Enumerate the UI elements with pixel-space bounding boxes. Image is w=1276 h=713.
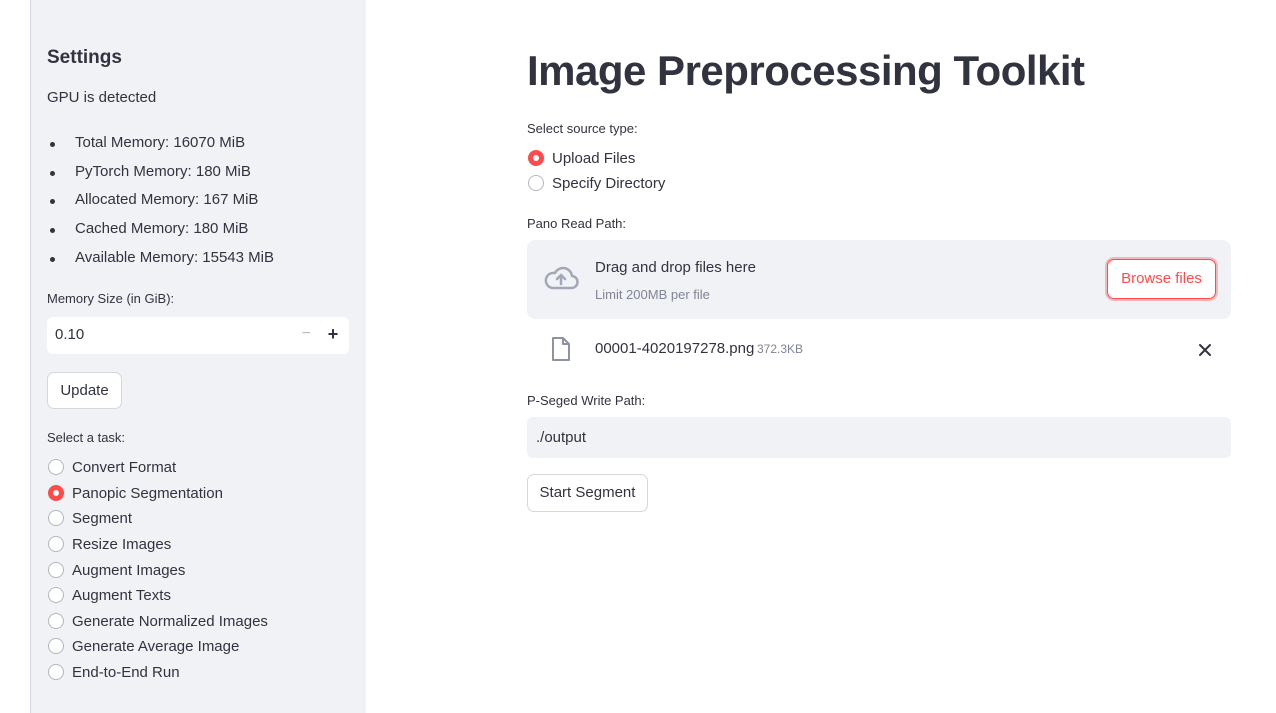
task-option-label: End-to-End Run bbox=[72, 663, 180, 681]
radio-unchecked-icon[interactable] bbox=[48, 587, 64, 603]
source-type-label: Select source type: bbox=[527, 121, 638, 136]
sidebar: Settings GPU is detected Total Memory: 1… bbox=[30, 0, 366, 713]
file-name: 00001-4020197278.png bbox=[595, 340, 755, 357]
memory-size-input[interactable]: 0.10 − + bbox=[47, 317, 349, 354]
radio-unchecked-icon[interactable] bbox=[528, 175, 544, 191]
task-option-label: Resize Images bbox=[72, 535, 172, 553]
radio-checked-icon[interactable] bbox=[528, 150, 544, 166]
task-option-augment-texts[interactable]: Augment Texts bbox=[48, 583, 171, 607]
source-option-label: Upload Files bbox=[552, 149, 636, 167]
task-option-label: Segment bbox=[72, 509, 133, 527]
memory-item-available: Available Memory: 15543 MiB bbox=[47, 246, 274, 275]
task-option-label: Generate Average Image bbox=[72, 637, 240, 655]
sidebar-title: Settings bbox=[47, 47, 122, 68]
write-path-input[interactable]: ./output bbox=[527, 417, 1231, 458]
gpu-status: GPU is detected bbox=[47, 89, 157, 106]
cloud-upload-icon bbox=[543, 264, 579, 297]
radio-unchecked-icon[interactable] bbox=[48, 664, 64, 680]
source-option-upload-files[interactable]: Upload Files bbox=[528, 146, 635, 170]
radio-unchecked-icon[interactable] bbox=[48, 459, 64, 475]
update-button[interactable]: Update bbox=[47, 372, 122, 409]
browse-files-button[interactable]: Browse files bbox=[1107, 259, 1216, 299]
memory-size-value[interactable]: 0.10 bbox=[55, 326, 84, 343]
start-segment-button[interactable]: Start Segment bbox=[527, 474, 648, 512]
dropzone-limit: Limit 200MB per file bbox=[595, 287, 710, 302]
increment-icon[interactable]: + bbox=[323, 324, 343, 344]
uploaded-file-row: 00001-4020197278.png 372.3KB bbox=[527, 330, 1231, 370]
source-option-specify-directory[interactable]: Specify Directory bbox=[528, 171, 665, 195]
task-option-label: Panopic Segmentation bbox=[72, 484, 223, 502]
task-option-label: Augment Texts bbox=[72, 586, 171, 604]
task-option-generate-normalized-images[interactable]: Generate Normalized Images bbox=[48, 609, 268, 633]
task-option-label: Generate Normalized Images bbox=[72, 612, 268, 630]
task-option-label: Augment Images bbox=[72, 561, 186, 579]
task-option-label: Convert Format bbox=[72, 458, 177, 476]
task-option-generate-average-image[interactable]: Generate Average Image bbox=[48, 634, 239, 658]
radio-unchecked-icon[interactable] bbox=[48, 613, 64, 629]
source-option-label: Specify Directory bbox=[552, 174, 666, 192]
memory-item-pytorch: PyTorch Memory: 180 MiB bbox=[47, 160, 274, 189]
radio-unchecked-icon[interactable] bbox=[48, 562, 64, 578]
dropzone-text: Drag and drop files here bbox=[595, 259, 756, 276]
memory-item-allocated: Allocated Memory: 167 MiB bbox=[47, 188, 274, 217]
file-icon bbox=[551, 336, 571, 367]
task-option-convert-format[interactable]: Convert Format bbox=[48, 455, 176, 479]
task-option-segment[interactable]: Segment bbox=[48, 506, 132, 530]
radio-checked-icon[interactable] bbox=[48, 485, 64, 501]
radio-unchecked-icon[interactable] bbox=[48, 536, 64, 552]
write-path-label: P-Seged Write Path: bbox=[527, 393, 646, 408]
pano-read-path-label: Pano Read Path: bbox=[527, 216, 627, 231]
memory-list: Total Memory: 16070 MiB PyTorch Memory: … bbox=[47, 131, 274, 274]
close-icon[interactable] bbox=[1197, 342, 1213, 363]
task-label: Select a task: bbox=[47, 430, 126, 445]
file-size: 372.3KB bbox=[757, 342, 804, 356]
memory-item-total: Total Memory: 16070 MiB bbox=[47, 131, 274, 160]
page-title: Image Preprocessing Toolkit bbox=[527, 47, 1085, 94]
radio-unchecked-icon[interactable] bbox=[48, 638, 64, 654]
memory-item-cached: Cached Memory: 180 MiB bbox=[47, 217, 274, 246]
memory-size-label: Memory Size (in GiB): bbox=[47, 291, 175, 306]
task-option-resize-images[interactable]: Resize Images bbox=[48, 532, 171, 556]
task-option-panopic-segmentation[interactable]: Panopic Segmentation bbox=[48, 481, 223, 505]
file-dropzone[interactable]: Drag and drop files here Limit 200MB per… bbox=[527, 240, 1231, 319]
task-option-end-to-end-run[interactable]: End-to-End Run bbox=[48, 660, 180, 684]
radio-unchecked-icon[interactable] bbox=[48, 510, 64, 526]
task-option-augment-images[interactable]: Augment Images bbox=[48, 558, 185, 582]
decrement-icon[interactable]: − bbox=[302, 324, 311, 344]
